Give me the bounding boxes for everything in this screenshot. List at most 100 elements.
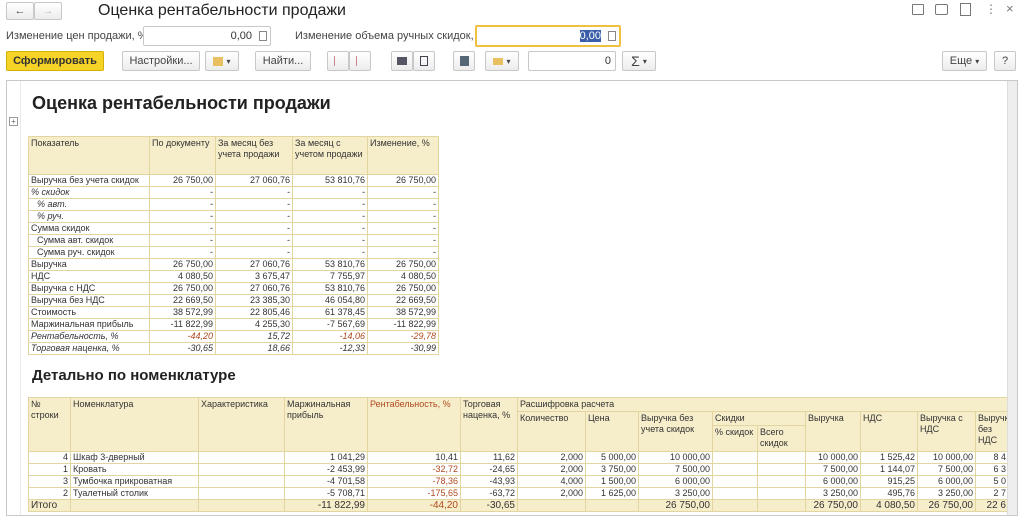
preview-icon[interactable] [960,3,971,16]
row-value: - [292,246,368,259]
col-margin: Маржинальная прибыль [284,397,368,452]
window-title: Оценка рентабельности продажи [98,2,346,19]
manual-discount-label: Изменение объема ручных скидок, %: [295,30,490,42]
row-value: - [367,198,439,211]
detail-cell: 3 750,00 [585,463,639,476]
row-value: 3 675,47 [215,270,293,283]
expand-group-icon[interactable]: + [9,117,18,126]
price-change-label: Изменение цен продажи, %: [6,30,151,42]
save-icon[interactable] [912,4,924,15]
detail-cell [198,499,285,512]
row-value: - [367,186,439,199]
calculator-icon[interactable] [259,31,267,41]
detail-cell [198,463,285,476]
summary-header: Изменение, % [367,136,439,175]
chevron-down-icon: ▾ [975,56,980,66]
col-revenue-nodisc: Выручка без учета скидок [638,411,713,452]
variants-dropdown[interactable]: ▾ [205,51,239,71]
sum-dropdown[interactable]: Σ ▾ [622,51,656,71]
detail-cell [517,499,586,512]
detail-title: Детально по номенклатуре [32,367,236,384]
col-vat: НДС [860,411,918,452]
back-button[interactable]: ← [6,2,34,20]
folder-icon [213,56,224,66]
detail-cell: Тумбочка прикроватная [70,475,199,488]
row-value: 26 750,00 [367,282,439,295]
manual-discount-input[interactable]: 0,00 [475,25,621,47]
detail-cell: 7 500,00 [805,463,861,476]
chevron-down-icon: ▾ [642,56,647,66]
detail-cell: 26 750,00 [638,499,713,512]
detail-cell: -30,65 [460,499,518,512]
more-vertical-icon[interactable]: ⋮ [985,2,997,16]
detail-row: 2 Туалетный столик -5 708,71 -175,65 -63,72 2… [28,487,1009,500]
col-revenue: Выручка [805,411,861,452]
row-value: - [149,222,216,235]
report-area[interactable]: + Оценка рентабельности продажи Показате… [6,80,1018,516]
help-button[interactable]: ? [994,51,1016,71]
preview-button[interactable] [413,51,435,71]
more-button[interactable]: Еще ▾ [942,51,987,71]
col-characteristic: Характеристика [198,397,285,452]
row-value: - [367,234,439,247]
summary-row: НДС 4 080,50 3 675,47 7 755,97 4 080,50 [28,270,439,283]
row-value: - [149,186,216,199]
detail-table: № строки Номенклатура Характеристика Маржин… [28,397,1014,512]
save-icon [459,56,469,66]
row-value: - [215,210,293,223]
row-value: 27 060,76 [215,174,293,187]
vertical-scrollbar[interactable] [1007,81,1017,515]
col-num: № строки [28,397,71,452]
row-value: -11 822,99 [149,318,216,331]
detail-cell: -63,72 [460,487,518,500]
detail-cell [198,487,285,500]
detail-cell: 1 [28,463,71,476]
collapse-groups-button[interactable] [349,51,371,71]
row-value: - [367,210,439,223]
row-value: 27 060,76 [215,258,293,271]
save-button[interactable] [453,51,475,71]
tree-expand-icon [334,56,342,66]
close-icon[interactable]: × [1006,1,1014,16]
send-dropdown[interactable]: ▾ [485,51,519,71]
detail-cell: 26 750,00 [805,499,861,512]
detail-cell: 6 000,00 [917,475,976,488]
sigma-icon: Σ [631,53,640,69]
col-disc-pct: % скидок [712,425,758,452]
row-value: -30,65 [149,342,216,355]
row-label: Торговая наценка, % [28,342,150,355]
detail-cell: 10 000,00 [917,451,976,464]
find-button[interactable]: Найти... [255,51,311,71]
detail-cell: 7 500,00 [638,463,713,476]
sum-field[interactable]: 0 [528,51,616,71]
total-row: Итого -11 822,99 -44,20 -30,65 26 750,00 26 7… [28,499,1009,512]
chevron-down-icon: ▾ [226,56,231,66]
print-button[interactable] [391,51,413,71]
detail-cell: 11,62 [460,451,518,464]
print-icon[interactable] [935,4,948,15]
detail-cell: 5 0 [975,475,1009,488]
row-value: 22 669,50 [149,294,216,307]
detail-cell: 4,000 [517,475,586,488]
forward-button[interactable]: → [34,2,62,20]
summary-row: Сумма руч. скидок - - - - [28,246,439,259]
row-value: 27 060,76 [215,282,293,295]
row-value: -29,78 [367,330,439,343]
row-value: - [292,234,368,247]
expand-groups-button[interactable] [327,51,349,71]
row-value: - [215,246,293,259]
price-change-input[interactable]: 0,00 [143,26,271,46]
row-value: 22 669,50 [367,294,439,307]
detail-row: 1 Кровать -2 453,99 -32,72 -24,65 2,000 3 750,… [28,463,1009,476]
detail-cell: 6 000,00 [638,475,713,488]
detail-cell: 8 4 [975,451,1009,464]
detail-cell [712,475,758,488]
detail-cell: 10 000,00 [638,451,713,464]
detail-cell [757,451,806,464]
calculator-icon[interactable] [608,31,616,41]
generate-button[interactable]: Сформировать [6,51,104,71]
settings-button[interactable]: Настройки... [122,51,200,71]
detail-cell [757,487,806,500]
detail-cell: -24,65 [460,463,518,476]
summary-table: Показатель По документу За месяц без учета… [28,136,439,355]
